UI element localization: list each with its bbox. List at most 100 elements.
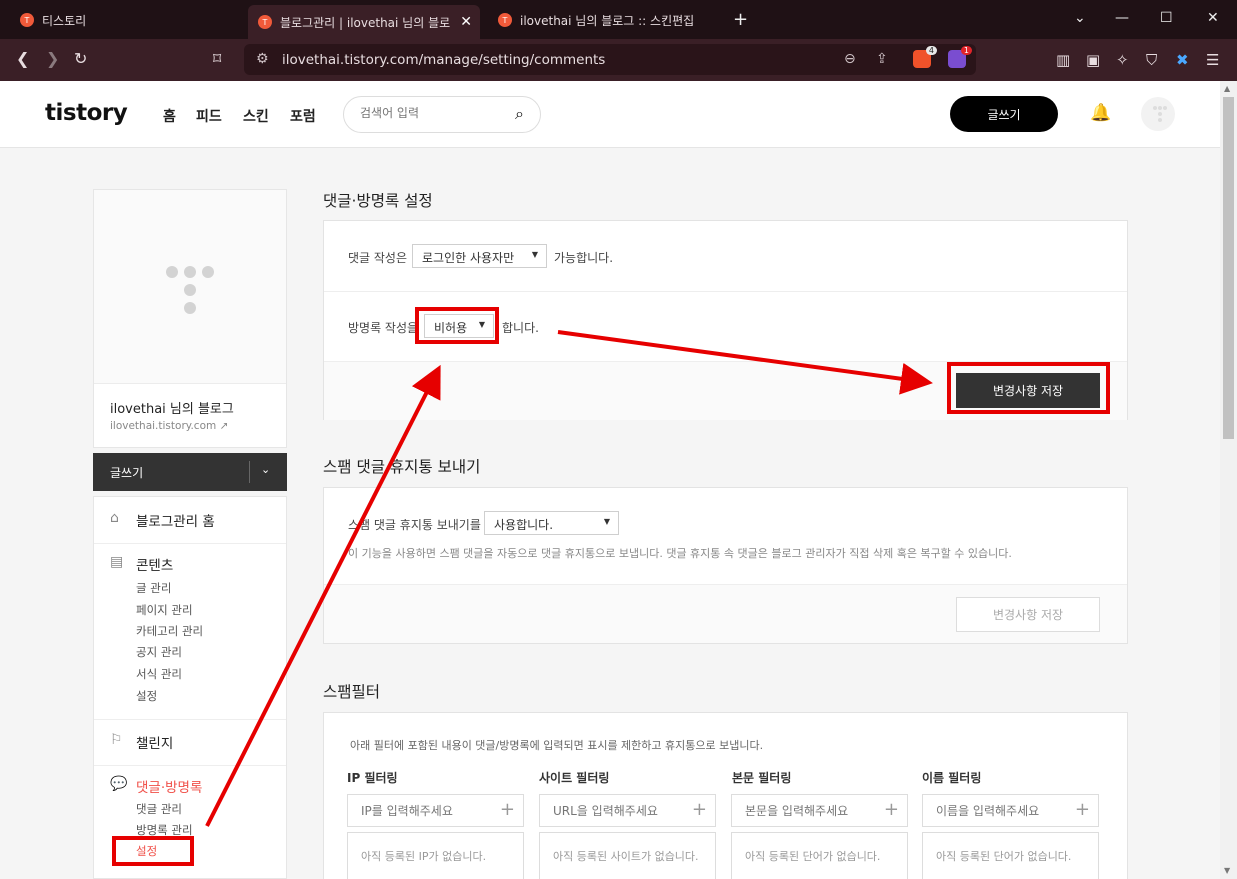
scroll-thumb[interactable]: [1223, 97, 1234, 439]
nav-skin[interactable]: 스킨: [243, 106, 269, 126]
add-icon[interactable]: +: [1075, 799, 1090, 820]
sidebar-subitem-pages[interactable]: 페이지 관리: [136, 602, 193, 618]
tistory-dot: [184, 302, 196, 314]
comment-suffix-label: 가능합니다.: [554, 251, 614, 265]
zoom-icon[interactable]: ⊖: [844, 51, 856, 67]
site-settings-icon[interactable]: ⚙: [256, 51, 269, 67]
bookmark-icon[interactable]: ⌑: [213, 49, 221, 68]
add-icon[interactable]: +: [500, 799, 515, 820]
sidebar-item-contents[interactable]: 콘텐츠: [136, 554, 173, 574]
back-icon[interactable]: ❮: [16, 49, 29, 68]
brave-rewards-icon[interactable]: 1: [948, 46, 972, 68]
comment-permission-value: 로그인한 사용자만: [422, 251, 515, 265]
ip-filter-empty: 아직 등록된 IP가 없습니다.: [361, 850, 487, 863]
browser-tab-bar: T 티스토리 T 블로그관리 | ilovethai 님의 블로 ✕ T ilo…: [0, 0, 1237, 39]
notification-bell-icon[interactable]: 🔔: [1090, 103, 1111, 123]
body-filter-label: 본문 필터링: [732, 771, 792, 785]
extension-icon[interactable]: ✖: [1176, 51, 1189, 69]
chevron-down-icon[interactable]: ⌄: [261, 463, 270, 476]
leo-ai-icon[interactable]: ✧: [1116, 51, 1129, 69]
sidebar-item-home[interactable]: 블로그관리 홈: [136, 510, 215, 530]
sidebar-write-button[interactable]: 글쓰기 ⌄: [93, 453, 287, 491]
body-filter-input[interactable]: [745, 804, 875, 818]
forward-icon[interactable]: ❯: [46, 49, 59, 68]
speech-bubble-icon: 💬: [110, 776, 128, 792]
tistory-dot: [184, 266, 196, 278]
tistory-logo[interactable]: tistory: [45, 100, 128, 126]
window-close-icon[interactable]: ✕: [1207, 10, 1219, 26]
comment-prefix-label: 댓글 작성은: [348, 251, 408, 265]
external-link-icon: ↗: [219, 420, 229, 432]
name-filter-list: 아직 등록된 단어가 없습니다.: [922, 832, 1099, 879]
spam-trash-description: 이 기능을 사용하면 스팸 댓글을 자동으로 댓글 휴지통으로 보냅니다. 댓글…: [348, 547, 1012, 560]
vpn-icon[interactable]: ⛉: [1146, 51, 1157, 69]
avatar[interactable]: [1141, 97, 1175, 131]
minimize-icon[interactable]: —: [1115, 10, 1129, 26]
comment-permission-select[interactable]: 로그인한 사용자만 ▼: [412, 244, 547, 268]
menu-section-challenge: ⚐ 챌린지: [94, 720, 286, 766]
name-filter-field: +: [922, 794, 1099, 827]
tistory-favicon-icon: T: [498, 13, 512, 27]
menu-icon[interactable]: ☰: [1206, 51, 1219, 69]
site-filter-input[interactable]: [553, 804, 683, 818]
nav-forum[interactable]: 포럼: [290, 106, 316, 126]
add-icon[interactable]: +: [692, 799, 707, 820]
site-header: tistory 홈 피드 스킨 포럼 ⌕ 글쓰기 🔔: [0, 81, 1220, 148]
search-icon[interactable]: ⌕: [515, 104, 524, 124]
scroll-down-icon[interactable]: ▼: [1224, 866, 1230, 875]
maximize-icon[interactable]: ☐: [1160, 10, 1173, 26]
body-filter-list: 아직 등록된 단어가 없습니다.: [731, 832, 908, 879]
brave-shield-icon[interactable]: 4: [913, 46, 937, 68]
close-tab-icon[interactable]: ✕: [460, 14, 472, 30]
sidebar-subitem-posts[interactable]: 글 관리: [136, 580, 171, 596]
ip-filter-label: IP 필터링: [347, 771, 398, 785]
tab-title: 티스토리: [42, 13, 87, 28]
shield-count-badge: 4: [925, 46, 937, 55]
tab-list-chevron-icon[interactable]: ⌄: [1074, 10, 1086, 26]
name-filter-input[interactable]: [936, 804, 1066, 818]
write-post-button[interactable]: 글쓰기: [950, 96, 1058, 132]
add-icon[interactable]: +: [884, 799, 899, 820]
ip-filter-field: +: [347, 794, 524, 827]
ip-filter-input[interactable]: [361, 804, 491, 818]
page-scrollbar[interactable]: ▲ ▼: [1220, 81, 1237, 879]
blog-profile-image: [94, 190, 286, 384]
sidebar-subitem-categories[interactable]: 카테고리 관리: [136, 623, 203, 639]
sidebar-subitem-content-settings[interactable]: 설정: [136, 688, 157, 704]
highlight-settings-menu: [112, 836, 194, 866]
body-filter-empty: 아직 등록된 단어가 없습니다.: [745, 850, 881, 863]
new-tab-icon[interactable]: +: [733, 9, 748, 30]
blog-url-link[interactable]: ilovethai.tistory.com ↗: [110, 420, 228, 432]
blog-url-text: ilovethai.tistory.com: [110, 420, 217, 432]
spam-trash-select[interactable]: 사용합니다. ▼: [484, 511, 619, 535]
url-text[interactable]: ilovethai.tistory.com/manage/setting/com…: [282, 52, 605, 68]
sidebar-subitem-templates[interactable]: 서식 관리: [136, 666, 182, 682]
reload-icon[interactable]: ↻: [74, 49, 87, 68]
tab-skin-edit[interactable]: T ilovethai 님의 블로그 :: 스킨편집: [488, 5, 728, 35]
url-bar[interactable]: ⚙ ilovethai.tistory.com/manage/setting/c…: [244, 44, 976, 75]
sidebar-subitem-comment-manage[interactable]: 댓글 관리: [136, 801, 182, 817]
avatar-dot: [1158, 118, 1162, 122]
ip-filter-list: 아직 등록된 IP가 없습니다.: [347, 832, 524, 879]
tab-tistory[interactable]: T 티스토리: [10, 5, 245, 35]
search-box: ⌕: [343, 96, 541, 133]
sidebar-item-comments[interactable]: 댓글·방명록: [136, 776, 202, 796]
sidebar-toggle-icon[interactable]: ▥: [1056, 51, 1070, 69]
wallet-icon[interactable]: ▣: [1086, 51, 1100, 69]
site-filter-list: 아직 등록된 사이트가 없습니다.: [539, 832, 716, 879]
nav-feed[interactable]: 피드: [196, 106, 222, 126]
tab-blog-manage[interactable]: T 블로그관리 | ilovethai 님의 블로 ✕: [248, 5, 480, 39]
save-spam-trash-button[interactable]: 변경사항 저장: [956, 597, 1100, 632]
scroll-up-icon[interactable]: ▲: [1224, 84, 1230, 93]
share-icon[interactable]: ⇪: [876, 51, 888, 67]
highlight-save-button: [947, 362, 1110, 414]
blog-name: ilovethai 님의 블로그: [110, 402, 234, 417]
site-filter-field: +: [539, 794, 716, 827]
sidebar-subitem-notices[interactable]: 공지 관리: [136, 644, 182, 660]
search-input[interactable]: [360, 106, 500, 120]
guestbook-suffix-label: 합니다.: [502, 321, 539, 335]
avatar-dot: [1153, 106, 1157, 110]
sidebar-item-challenge[interactable]: 챌린지: [136, 732, 173, 752]
nav-home[interactable]: 홈: [163, 106, 176, 126]
document-icon: ▤: [110, 554, 124, 570]
